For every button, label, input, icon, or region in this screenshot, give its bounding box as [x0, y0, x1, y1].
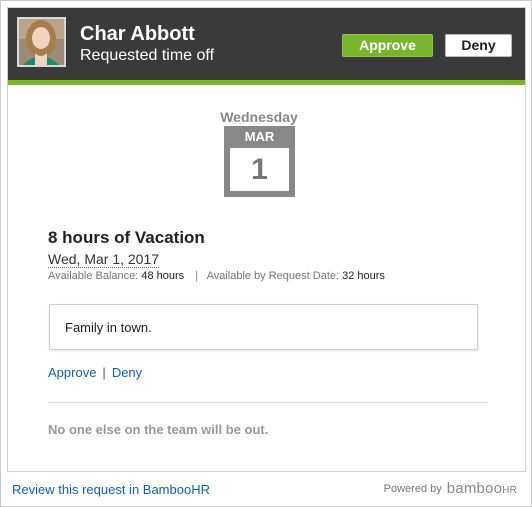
powered-by: Powered by bambooHR [384, 480, 517, 497]
divider [48, 402, 488, 403]
header-bar: Char Abbott Requested time off Approve D… [8, 8, 525, 85]
avatar [17, 17, 66, 67]
balance-info: Available Balance: 48 hours | Available … [48, 270, 385, 282]
action-links: Approve | Deny [48, 365, 142, 380]
approve-link[interactable]: Approve [48, 365, 96, 380]
available-balance-label: Available Balance: [48, 270, 139, 282]
request-subtitle: Requested time off [80, 47, 215, 64]
by-date-label: Available by Request Date: [206, 270, 340, 282]
deny-button[interactable]: Deny [445, 34, 512, 57]
deny-link[interactable]: Deny [112, 365, 142, 380]
calendar-day: 1 [230, 148, 289, 191]
team-status: No one else on the team will be out. [48, 422, 269, 437]
request-title: 8 hours of Vacation [48, 228, 205, 247]
review-in-bamboohr-link[interactable]: Review this request in BambooHR [12, 482, 210, 497]
available-balance-value: 48 hours [141, 270, 185, 282]
request-card: Char Abbott Requested time off Approve D… [7, 7, 526, 472]
requester-name: Char Abbott [80, 23, 195, 45]
approve-button[interactable]: Approve [342, 34, 433, 57]
email-frame: Char Abbott Requested time off Approve D… [0, 0, 532, 507]
powered-by-label: Powered by [383, 482, 442, 495]
action-separator: | [102, 365, 106, 380]
balance-separator: | [195, 270, 199, 282]
request-note: Family in town. [49, 304, 478, 350]
calendar-month: MAR [244, 129, 275, 144]
calendar-icon: MAR 1 [224, 126, 295, 197]
calendar-weekday: Wednesday [220, 109, 298, 125]
by-date-value: 32 hours [342, 270, 385, 282]
bamboohr-logo: bambooHR [446, 480, 517, 497]
request-date: Wed, Mar 1, 2017 [48, 251, 160, 268]
